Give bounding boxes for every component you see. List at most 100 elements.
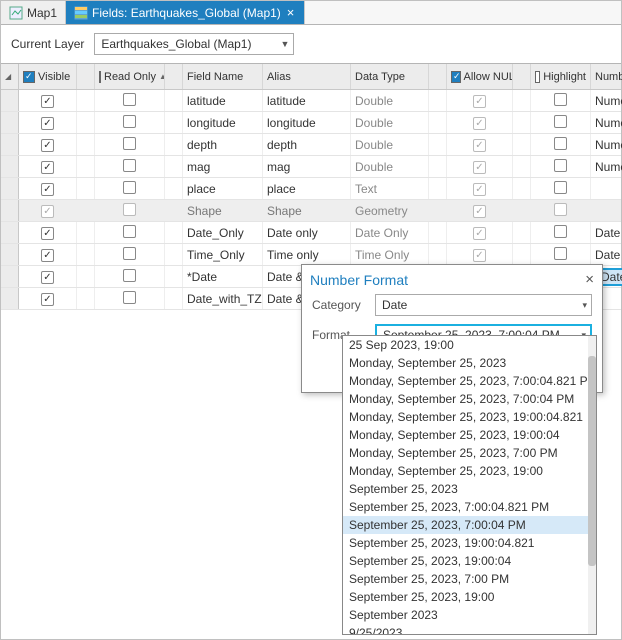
- col-numfmt[interactable]: Number Format: [591, 64, 622, 89]
- checkbox-icon[interactable]: [473, 183, 486, 196]
- table-row[interactable]: longitudelongitudeDoubleNumeric: [1, 112, 621, 134]
- cell-numfmt[interactable]: Date: [591, 222, 622, 243]
- cell-datatype[interactable]: Double: [351, 134, 429, 155]
- cell-fieldname[interactable]: Shape: [183, 200, 263, 221]
- checkbox-icon[interactable]: [123, 115, 136, 128]
- row-handle[interactable]: [1, 244, 19, 265]
- row-handle[interactable]: [1, 178, 19, 199]
- cell-datatype[interactable]: Double: [351, 90, 429, 111]
- checkbox-icon[interactable]: [473, 95, 486, 108]
- checkbox-icon[interactable]: [41, 161, 54, 174]
- checkbox-icon[interactable]: [41, 95, 54, 108]
- row-handle[interactable]: [1, 222, 19, 243]
- table-row[interactable]: magmagDoubleNumeric: [1, 156, 621, 178]
- table-row[interactable]: ShapeShapeGeometry: [1, 200, 621, 222]
- cell-numfmt[interactable]: [591, 200, 622, 221]
- dropdown-option[interactable]: Monday, September 25, 2023, 7:00:04 PM: [343, 390, 588, 408]
- dropdown-option[interactable]: September 25, 2023, 7:00:04.821 PM: [343, 498, 588, 516]
- checkbox-icon[interactable]: [123, 291, 136, 304]
- cell-datatype[interactable]: Double: [351, 156, 429, 177]
- dropdown-option[interactable]: 25 Sep 2023, 19:00: [343, 336, 588, 354]
- dropdown-option[interactable]: Monday, September 25, 2023, 7:00 PM: [343, 444, 588, 462]
- checkbox-icon[interactable]: [554, 159, 567, 172]
- cell-alias[interactable]: place: [263, 178, 351, 199]
- checkbox-icon[interactable]: [123, 203, 136, 216]
- checkbox-icon[interactable]: [41, 139, 54, 152]
- cell-fieldname[interactable]: *Date: [183, 266, 263, 287]
- cell-numfmt[interactable]: Numeric: [591, 134, 622, 155]
- dropdown-option[interactable]: 9/25/2023: [343, 624, 588, 634]
- col-readonly[interactable]: Read Only▲: [95, 64, 165, 89]
- checkbox-icon[interactable]: [123, 181, 136, 194]
- checkbox-icon[interactable]: [123, 93, 136, 106]
- col-allownull[interactable]: Allow NULL: [447, 64, 513, 89]
- row-handle[interactable]: [1, 134, 19, 155]
- close-icon[interactable]: ×: [285, 5, 297, 20]
- row-handle[interactable]: [1, 266, 19, 287]
- cell-alias[interactable]: longitude: [263, 112, 351, 133]
- table-row[interactable]: placeplaceText: [1, 178, 621, 200]
- col-highlight[interactable]: Highlight: [531, 64, 591, 89]
- row-handle[interactable]: [1, 200, 19, 221]
- cell-numfmt[interactable]: Date: [591, 244, 622, 265]
- dropdown-option[interactable]: September 25, 2023, 19:00: [343, 588, 588, 606]
- cell-fieldname[interactable]: Time_Only: [183, 244, 263, 265]
- checkbox-icon[interactable]: [554, 181, 567, 194]
- cell-numfmt[interactable]: Numeric: [591, 112, 622, 133]
- dropdown-option[interactable]: September 25, 2023, 19:00:04.821: [343, 534, 588, 552]
- checkbox-icon[interactable]: [554, 93, 567, 106]
- category-combo[interactable]: Date ▾: [375, 294, 592, 316]
- row-handle[interactable]: [1, 112, 19, 133]
- scrollbar-thumb[interactable]: [588, 356, 596, 566]
- cell-datatype[interactable]: Date Only: [351, 222, 429, 243]
- checkbox-icon[interactable]: [123, 137, 136, 150]
- checkbox-icon[interactable]: [554, 115, 567, 128]
- col-alias[interactable]: Alias: [263, 64, 351, 89]
- checkbox-icon[interactable]: [123, 159, 136, 172]
- dropdown-option[interactable]: Monday, September 25, 2023, 19:00:04: [343, 426, 588, 444]
- checkbox-icon[interactable]: [554, 137, 567, 150]
- checkbox-icon[interactable]: [473, 161, 486, 174]
- checkbox-icon[interactable]: [554, 203, 567, 216]
- dropdown-option[interactable]: September 25, 2023: [343, 480, 588, 498]
- cell-alias[interactable]: depth: [263, 134, 351, 155]
- cell-datatype[interactable]: Time Only: [351, 244, 429, 265]
- table-row[interactable]: Time_OnlyTime onlyTime Only Date: [1, 244, 621, 266]
- tab-map1[interactable]: Map1: [1, 1, 66, 24]
- cell-fieldname[interactable]: Date_with_TZ: [183, 288, 263, 309]
- table-row[interactable]: Date_OnlyDate onlyDate Only Date: [1, 222, 621, 244]
- cell-datatype[interactable]: Text: [351, 178, 429, 199]
- cell-datatype[interactable]: Double: [351, 112, 429, 133]
- cell-alias[interactable]: Date only: [263, 222, 351, 243]
- checkbox-icon[interactable]: [554, 247, 567, 260]
- checkbox-icon[interactable]: [473, 227, 486, 240]
- dropdown-option[interactable]: Monday, September 25, 2023, 19:00: [343, 462, 588, 480]
- checkbox-icon[interactable]: [473, 249, 486, 262]
- cell-fieldname[interactable]: Date_Only: [183, 222, 263, 243]
- format-dropdown[interactable]: 25 Sep 2023, 19:00Monday, September 25, …: [342, 335, 597, 635]
- cell-fieldname[interactable]: longitude: [183, 112, 263, 133]
- checkbox-icon[interactable]: [473, 117, 486, 130]
- cell-fieldname[interactable]: depth: [183, 134, 263, 155]
- checkbox-icon[interactable]: [554, 225, 567, 238]
- checkbox-icon[interactable]: [41, 293, 54, 306]
- col-fieldname[interactable]: Field Name: [183, 64, 263, 89]
- checkbox-icon[interactable]: [41, 117, 54, 130]
- col-visible[interactable]: Visible: [19, 64, 77, 89]
- cell-fieldname[interactable]: latitude: [183, 90, 263, 111]
- dropdown-option[interactable]: September 25, 2023, 19:00:04: [343, 552, 588, 570]
- checkbox-icon[interactable]: [123, 247, 136, 260]
- dropdown-option[interactable]: Monday, September 25, 2023: [343, 354, 588, 372]
- checkbox-icon[interactable]: [41, 227, 54, 240]
- checkbox-icon[interactable]: [123, 269, 136, 282]
- cell-numfmt[interactable]: Numeric: [591, 156, 622, 177]
- cell-numfmt[interactable]: Numeric: [591, 90, 622, 111]
- row-handle[interactable]: [1, 90, 19, 111]
- cell-fieldname[interactable]: mag: [183, 156, 263, 177]
- table-row[interactable]: depthdepthDoubleNumeric: [1, 134, 621, 156]
- tab-fields[interactable]: Fields: Earthquakes_Global (Map1) ×: [66, 1, 305, 24]
- cell-alias[interactable]: Shape: [263, 200, 351, 221]
- row-handle[interactable]: [1, 288, 19, 309]
- cell-alias[interactable]: Time only: [263, 244, 351, 265]
- cell-fieldname[interactable]: place: [183, 178, 263, 199]
